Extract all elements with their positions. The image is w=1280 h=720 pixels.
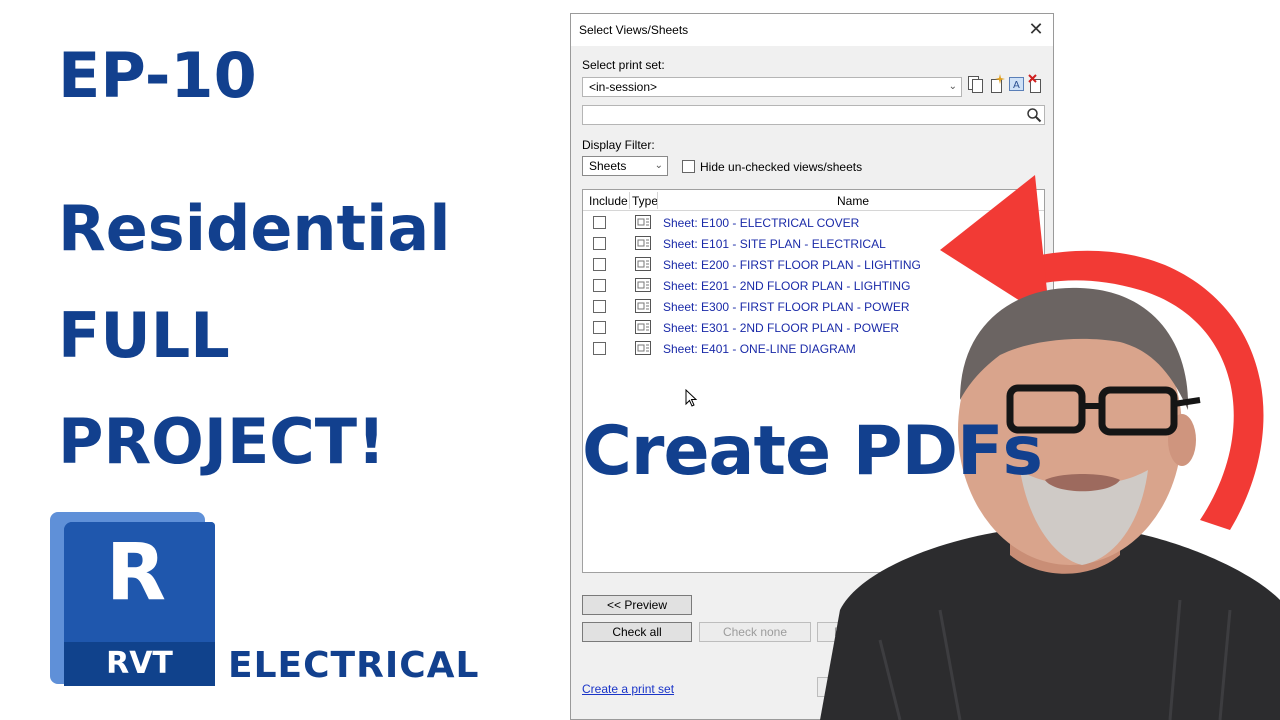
dropdown-arrow-icon: ⌄ <box>654 160 663 171</box>
title-line-3: PROJECT! <box>58 405 386 478</box>
sheet-icon <box>635 257 651 271</box>
hide-unchecked-checkbox[interactable] <box>682 160 695 173</box>
dropdown-arrow-icon: ⌄ <box>948 81 957 92</box>
sheet-icon <box>635 215 651 229</box>
delete-icon[interactable] <box>1028 74 1044 94</box>
create-print-set-link[interactable]: Create a print set <box>582 682 674 696</box>
sheet-icon <box>635 299 651 313</box>
subtitle: ELECTRICAL <box>228 645 480 686</box>
presenter-photo <box>820 287 1280 720</box>
sheet-name: Sheet: E100 - ELECTRICAL COVER <box>663 216 860 230</box>
column-include[interactable]: Include <box>589 194 628 208</box>
include-checkbox[interactable] <box>593 342 606 355</box>
sheet-icon <box>635 236 651 250</box>
search-input[interactable] <box>582 105 1045 125</box>
revit-logo: R RVT <box>50 512 215 686</box>
include-checkbox[interactable] <box>593 216 606 229</box>
display-filter-select[interactable]: Sheets ⌄ <box>582 156 668 176</box>
search-icon[interactable] <box>1026 107 1042 123</box>
dialog-titlebar: Select Views/Sheets ✕ <box>571 14 1053 46</box>
column-name[interactable]: Name <box>837 194 869 208</box>
preview-button[interactable]: << Preview <box>582 595 692 615</box>
sheet-icon <box>635 278 651 292</box>
check-none-button[interactable]: Check none <box>699 622 811 642</box>
logo-letter: R <box>106 528 167 618</box>
title-line-2: FULL <box>58 299 230 372</box>
hide-unchecked-label: Hide un-checked views/sheets <box>700 160 863 174</box>
sheet-icon <box>635 320 651 334</box>
episode-label: EP-10 <box>58 39 257 112</box>
include-checkbox[interactable] <box>593 237 606 250</box>
close-icon[interactable]: ✕ <box>1025 18 1047 40</box>
new-set-icon[interactable] <box>989 74 1005 94</box>
title-line-1: Residential <box>58 192 451 265</box>
print-set-select[interactable]: <in-session> ⌄ <box>582 77 962 97</box>
create-pdfs-overlay-text: Create PDFs <box>582 412 1043 491</box>
include-checkbox[interactable] <box>593 321 606 334</box>
sheet-name: Sheet: E101 - SITE PLAN - ELECTRICAL <box>663 237 886 251</box>
rename-icon[interactable]: A <box>1009 76 1025 94</box>
include-checkbox[interactable] <box>593 300 606 313</box>
print-set-label: Select print set: <box>582 58 665 72</box>
duplicate-icon[interactable] <box>968 76 984 94</box>
include-checkbox[interactable] <box>593 279 606 292</box>
sheet-name: Sheet: E200 - FIRST FLOOR PLAN - LIGHTIN… <box>663 258 921 272</box>
display-filter-value: Sheets <box>589 159 627 173</box>
sheet-icon <box>635 341 651 355</box>
svg-text:A: A <box>1013 80 1020 91</box>
check-all-button[interactable]: Check all <box>582 622 692 642</box>
include-checkbox[interactable] <box>593 258 606 271</box>
column-type[interactable]: Type <box>632 194 658 208</box>
mouse-pointer-icon <box>685 389 698 407</box>
logo-label: RVT <box>64 642 215 686</box>
dialog-title: Select Views/Sheets <box>579 23 689 37</box>
print-set-value: <in-session> <box>589 80 658 94</box>
display-filter-label: Display Filter: <box>582 138 655 152</box>
